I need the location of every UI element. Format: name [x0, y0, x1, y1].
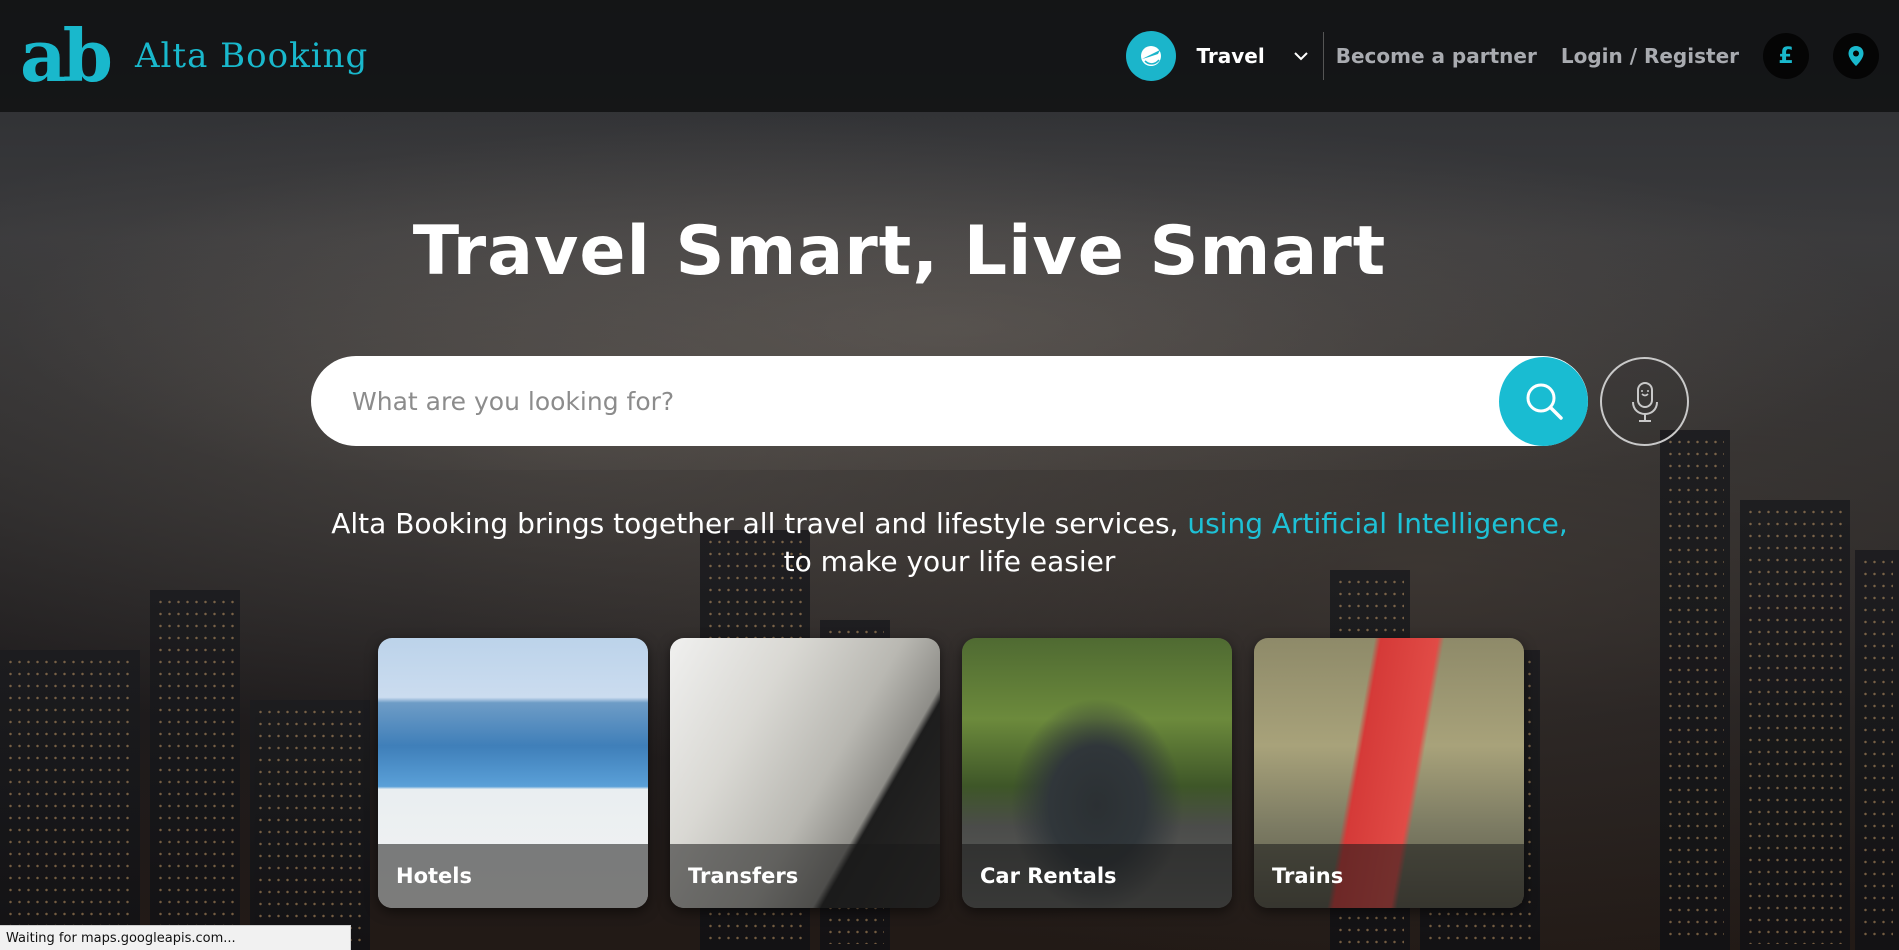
- card-label: Transfers: [670, 844, 940, 908]
- tagline-part2: to make your life easier: [783, 545, 1116, 578]
- search-input[interactable]: [311, 356, 1499, 446]
- service-card-trains[interactable]: Trains: [1254, 638, 1524, 908]
- location-button[interactable]: [1833, 33, 1879, 79]
- header-nav: Travel Become a partner Login / Register…: [1126, 31, 1879, 81]
- card-label: Car Rentals: [962, 844, 1232, 908]
- become-partner-link[interactable]: Become a partner: [1336, 44, 1537, 68]
- logo-mark: ab: [20, 13, 113, 98]
- card-label: Hotels: [378, 844, 648, 908]
- login-register-link[interactable]: Login / Register: [1561, 44, 1739, 68]
- voice-search-button[interactable]: [1600, 357, 1689, 446]
- chevron-down-icon[interactable]: [1293, 48, 1309, 64]
- search-bar: [311, 356, 1588, 446]
- search-icon: [1526, 383, 1563, 420]
- browser-status-bar: Waiting for maps.googleapis.com...: [0, 925, 351, 950]
- service-card-hotels[interactable]: Hotels: [378, 638, 648, 908]
- service-card-transfers[interactable]: Transfers: [670, 638, 940, 908]
- plane-globe-icon[interactable]: [1126, 31, 1177, 81]
- pound-icon: £: [1778, 43, 1794, 69]
- category-selector-label[interactable]: Travel: [1196, 44, 1264, 68]
- map-pin-icon: [1848, 46, 1864, 66]
- service-cards: Hotels Transfers Car Rentals Trains: [378, 638, 1524, 908]
- brand-name: Alta Booking: [135, 36, 369, 76]
- nav-divider: [1322, 32, 1324, 80]
- search-button[interactable]: [1499, 356, 1588, 446]
- tagline-accent: using Artificial Intelligence,: [1187, 507, 1568, 540]
- service-card-car-rentals[interactable]: Car Rentals: [962, 638, 1232, 908]
- hero-tagline: Alta Booking brings together all travel …: [0, 505, 1899, 581]
- brand-logo[interactable]: ab Alta Booking: [20, 20, 368, 92]
- microphone-icon: [1631, 381, 1658, 422]
- card-label: Trains: [1254, 844, 1524, 908]
- hero-title: Travel Smart, Live Smart: [412, 212, 1387, 291]
- tagline-part1: Alta Booking brings together all travel …: [331, 507, 1179, 540]
- currency-button[interactable]: £: [1763, 33, 1809, 79]
- top-navbar: ab Alta Booking Travel Become a partner …: [0, 0, 1899, 112]
